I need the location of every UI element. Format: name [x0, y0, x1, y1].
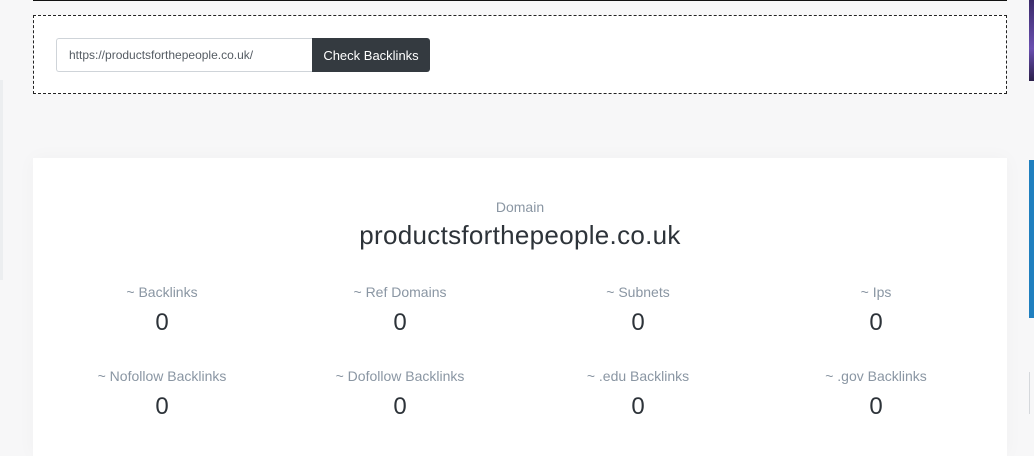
stat-value: 0 — [631, 309, 645, 336]
stat-label: ~ Ref Domains — [353, 284, 447, 300]
stat-label: ~ Ips — [860, 284, 892, 300]
stats-grid: ~ Backlinks 0 ~ Ref Domains 0 ~ Subnets … — [43, 282, 997, 450]
side-panel-edge — [1029, 372, 1034, 414]
stat-edu-backlinks: ~ .edu Backlinks 0 — [519, 366, 757, 450]
stat-gov-backlinks: ~ .gov Backlinks 0 — [757, 366, 995, 450]
left-edge-panel — [0, 80, 3, 280]
stat-ref-domains: ~ Ref Domains 0 — [281, 282, 519, 366]
stat-label: ~ Subnets — [606, 284, 670, 300]
stat-dofollow-backlinks: ~ Dofollow Backlinks 0 — [281, 366, 519, 450]
stat-label: ~ Backlinks — [126, 284, 198, 300]
top-divider — [33, 0, 1007, 1]
side-ad-banner — [1029, 160, 1034, 318]
stat-label: ~ .edu Backlinks — [586, 368, 690, 384]
stat-value: 0 — [869, 309, 883, 336]
stat-label: ~ Dofollow Backlinks — [335, 368, 465, 384]
stat-backlinks: ~ Backlinks 0 — [43, 282, 281, 366]
domain-value: productsforthepeople.co.uk — [359, 220, 681, 250]
stat-value: 0 — [393, 393, 407, 420]
backlink-checker-form: Check Backlinks — [33, 15, 1007, 94]
stat-value: 0 — [631, 393, 645, 420]
results-card: Domain productsforthepeople.co.uk ~ Back… — [33, 158, 1007, 456]
side-ad-image — [1029, 0, 1034, 81]
stat-subnets: ~ Subnets 0 — [519, 282, 757, 366]
stat-ips: ~ Ips 0 — [757, 282, 995, 366]
stat-nofollow-backlinks: ~ Nofollow Backlinks 0 — [43, 366, 281, 450]
stat-value: 0 — [393, 309, 407, 336]
stat-value: 0 — [155, 393, 169, 420]
stat-label: ~ .gov Backlinks — [825, 368, 927, 384]
check-backlinks-button[interactable]: Check Backlinks — [312, 38, 430, 72]
url-input[interactable] — [56, 38, 312, 72]
stat-value: 0 — [155, 309, 169, 336]
stat-value: 0 — [869, 393, 883, 420]
stat-label: ~ Nofollow Backlinks — [97, 368, 227, 384]
domain-label: Domain — [495, 199, 545, 215]
